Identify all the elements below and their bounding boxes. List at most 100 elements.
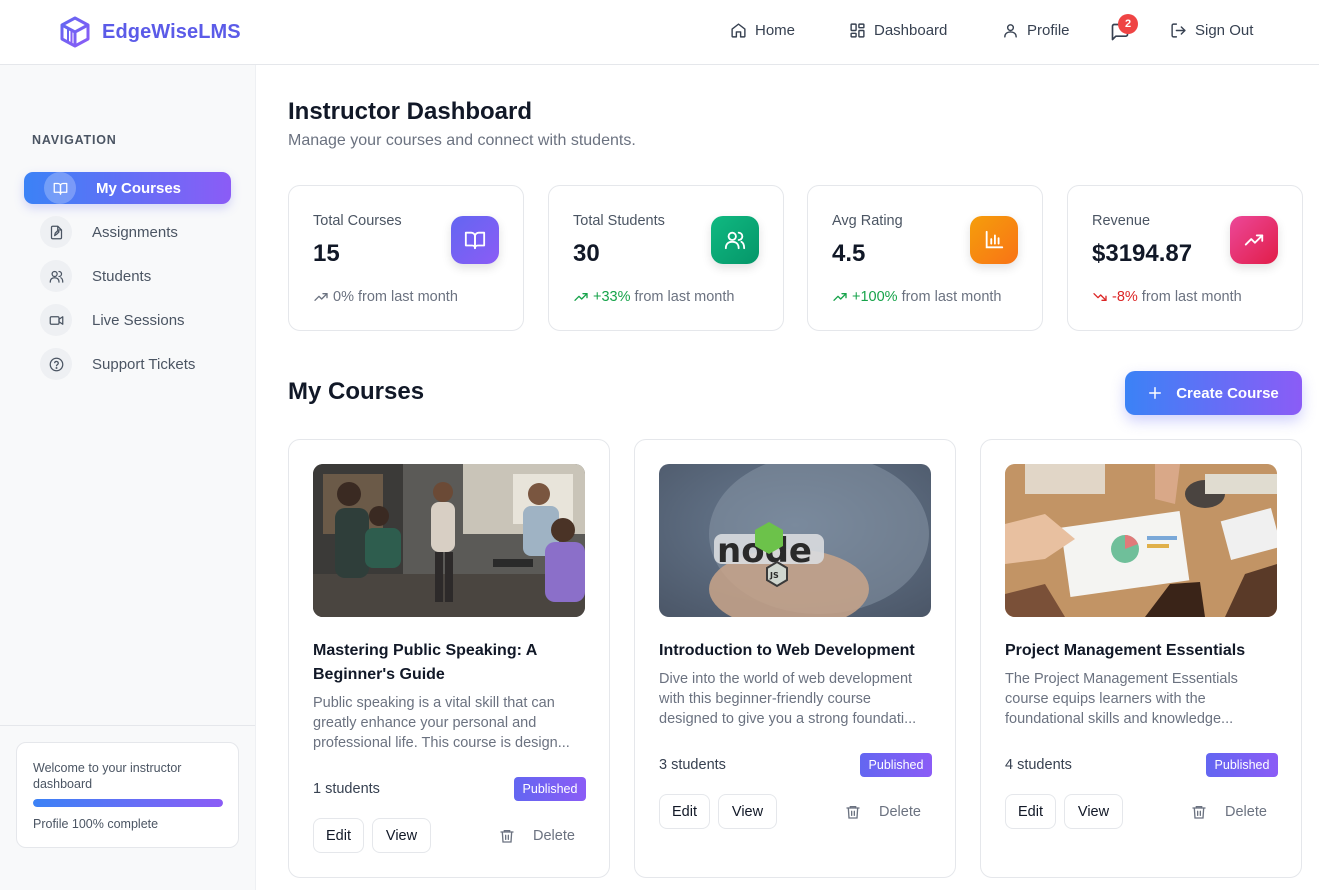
stat-value: 30 [573, 240, 600, 267]
dashboard-grid-icon [850, 23, 865, 38]
sidebar: NAVIGATION My Courses Assignments Studen… [0, 65, 256, 890]
brand-logo[interactable]: EdgeWiseLMS [60, 16, 241, 48]
stat-trend-suffix: from last month [634, 289, 735, 305]
view-button[interactable]: View [372, 818, 431, 853]
stat-label: Avg Rating [832, 213, 903, 229]
sidebar-item-students[interactable]: Students [24, 260, 231, 292]
stat-value: $3194.87 [1092, 240, 1193, 267]
trending-down-icon [1093, 293, 1107, 301]
stat-label: Total Students [573, 213, 665, 229]
course-title[interactable]: Introduction to Web Development [659, 639, 931, 663]
messages-badge: 2 [1118, 14, 1138, 34]
help-circle-icon [40, 348, 72, 380]
users-icon [40, 260, 72, 292]
course-title[interactable]: Mastering Public Speaking: A Beginner's … [313, 639, 585, 687]
sidebar-item-support-tickets[interactable]: Support Tickets [24, 348, 231, 380]
welcome-text: Welcome to your instructor dashboard [33, 761, 182, 791]
course-thumbnail-web-development[interactable]: node JS [659, 464, 931, 617]
stat-trend-value: -8% [1112, 289, 1138, 305]
sidebar-item-assignments[interactable]: Assignments [24, 216, 231, 248]
trash-icon [500, 829, 514, 843]
profile-progress-bar [33, 799, 223, 807]
course-card: node JS Introduction to Web Development … [634, 439, 956, 878]
sidebar-item-live-sessions[interactable]: Live Sessions [24, 304, 231, 336]
profile-progress-text: Profile 100% complete [33, 817, 159, 831]
trending-up-icon [833, 293, 847, 301]
course-title[interactable]: Project Management Essentials [1005, 639, 1277, 663]
log-out-icon [1171, 23, 1186, 38]
trash-icon [846, 805, 860, 819]
courses-section-title: My Courses [288, 378, 425, 405]
profile-progress-fill [33, 799, 223, 807]
nav-profile[interactable]: Profile [1002, 22, 1070, 39]
sidebar-item-label: Support Tickets [92, 355, 196, 373]
delete-label: Delete [533, 827, 575, 844]
edit-button[interactable]: Edit [659, 794, 710, 829]
course-description: Dive into the world of web development w… [659, 671, 917, 727]
stat-trend: 0% from last month [313, 289, 458, 305]
home-icon [731, 23, 746, 38]
course-student-count: 4 students [1005, 757, 1072, 773]
sidebar-item-label: Assignments [92, 223, 178, 241]
create-course-label: Create Course [1176, 384, 1279, 402]
delete-button[interactable]: Delete [1191, 794, 1267, 829]
user-icon [1004, 24, 1017, 38]
stat-trend-value: +33% [593, 289, 631, 305]
stat-trend: +100% from last month [832, 289, 1001, 305]
page-subtitle: Manage your courses and connect with stu… [288, 132, 636, 149]
sidebar-item-label: Live Sessions [92, 311, 185, 329]
sidebar-item-label: Students [92, 267, 152, 285]
course-student-count: 3 students [659, 757, 726, 773]
trending-up-icon [314, 293, 328, 301]
course-description: The Project Management Essentials course… [1005, 671, 1238, 727]
svg-text:JS: JS [769, 571, 779, 580]
course-card: Project Management Essentials The Projec… [980, 439, 1302, 878]
edit-button[interactable]: Edit [313, 818, 364, 853]
sidebar-divider [0, 725, 255, 726]
nav-home-label: Home [755, 22, 796, 39]
trending-up-icon [574, 293, 588, 301]
edit-button[interactable]: Edit [1005, 794, 1056, 829]
delete-label: Delete [879, 803, 921, 820]
cube-logo-icon [60, 16, 90, 48]
delete-button[interactable]: Delete [845, 794, 921, 829]
stat-value: 15 [313, 240, 340, 267]
status-badge: Published [1206, 753, 1278, 777]
nav-home[interactable]: Home [730, 22, 795, 39]
video-icon [40, 304, 72, 336]
sidebar-item-my-courses[interactable]: My Courses [24, 172, 231, 204]
top-header: EdgeWiseLMS Home Dashboard Profile 2 Sig… [0, 0, 1319, 65]
course-thumbnail-project-management[interactable] [1005, 464, 1277, 617]
stat-trend-suffix: from last month [1141, 289, 1242, 305]
delete-label: Delete [1225, 803, 1267, 820]
stat-label: Total Courses [313, 213, 402, 229]
nav-dashboard-label: Dashboard [874, 22, 948, 39]
welcome-card: Welcome to your instructor dashboard Pro… [16, 742, 239, 848]
stat-card-revenue: Revenue $3194.87 -8% from last month [1067, 185, 1303, 331]
brand-name: EdgeWiseLMS [102, 20, 241, 43]
page-title: Instructor Dashboard [288, 98, 533, 125]
book-open-icon [44, 172, 76, 204]
stat-trend-value: 0% [333, 289, 354, 305]
nav-profile-label: Profile [1027, 22, 1070, 39]
book-open-icon [451, 216, 499, 264]
status-badge: Published [514, 777, 586, 801]
stat-trend-suffix: from last month [901, 289, 1002, 305]
bar-chart-icon [970, 216, 1018, 264]
course-thumbnail-public-speaking[interactable] [313, 464, 585, 617]
stat-trend-suffix: from last month [357, 289, 458, 305]
nav-signout[interactable]: Sign Out [1170, 22, 1253, 39]
users-icon [711, 216, 759, 264]
stat-value: 4.5 [832, 240, 866, 267]
delete-button[interactable]: Delete [499, 818, 575, 853]
trash-icon [1192, 805, 1206, 819]
nav-dashboard[interactable]: Dashboard [849, 22, 947, 39]
stat-card-total-students: Total Students 30 +33% from last month [548, 185, 784, 331]
plus-icon [1149, 387, 1162, 399]
create-course-button[interactable]: Create Course [1125, 371, 1302, 415]
stat-card-total-courses: Total Courses 15 0% from last month [288, 185, 524, 331]
view-button[interactable]: View [1064, 794, 1123, 829]
file-edit-icon [40, 216, 72, 248]
stat-trend: +33% from last month [573, 289, 734, 305]
view-button[interactable]: View [718, 794, 777, 829]
